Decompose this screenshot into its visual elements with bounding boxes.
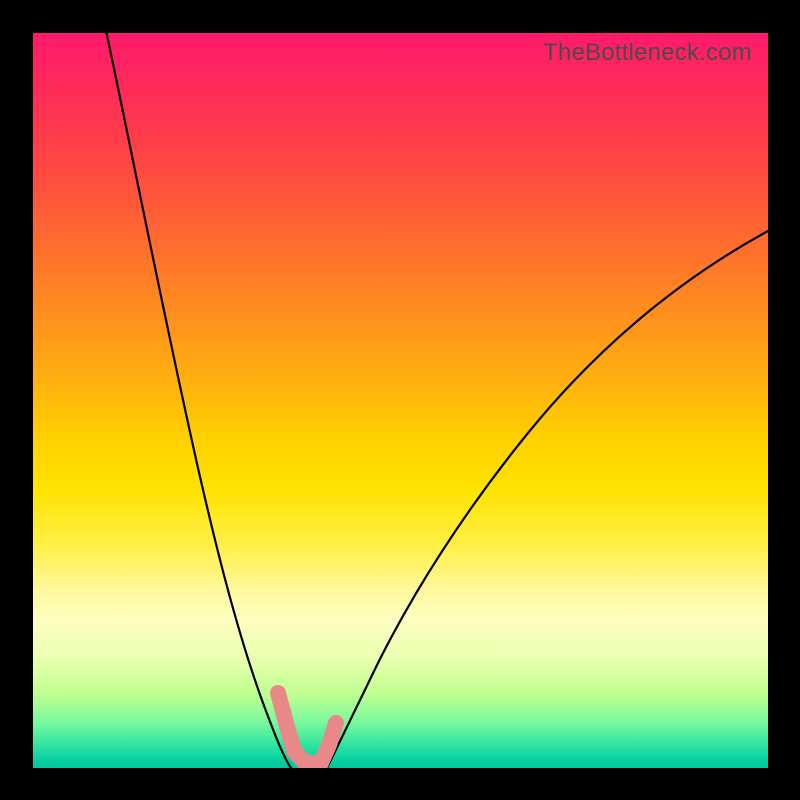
plot-area: TheBottleneck.com: [33, 33, 768, 768]
chart-frame: TheBottleneck.com: [0, 0, 800, 800]
chart-svg: [33, 33, 768, 768]
left-curve: [107, 33, 292, 768]
right-curve: [327, 231, 768, 768]
pink-marker: [278, 693, 336, 763]
